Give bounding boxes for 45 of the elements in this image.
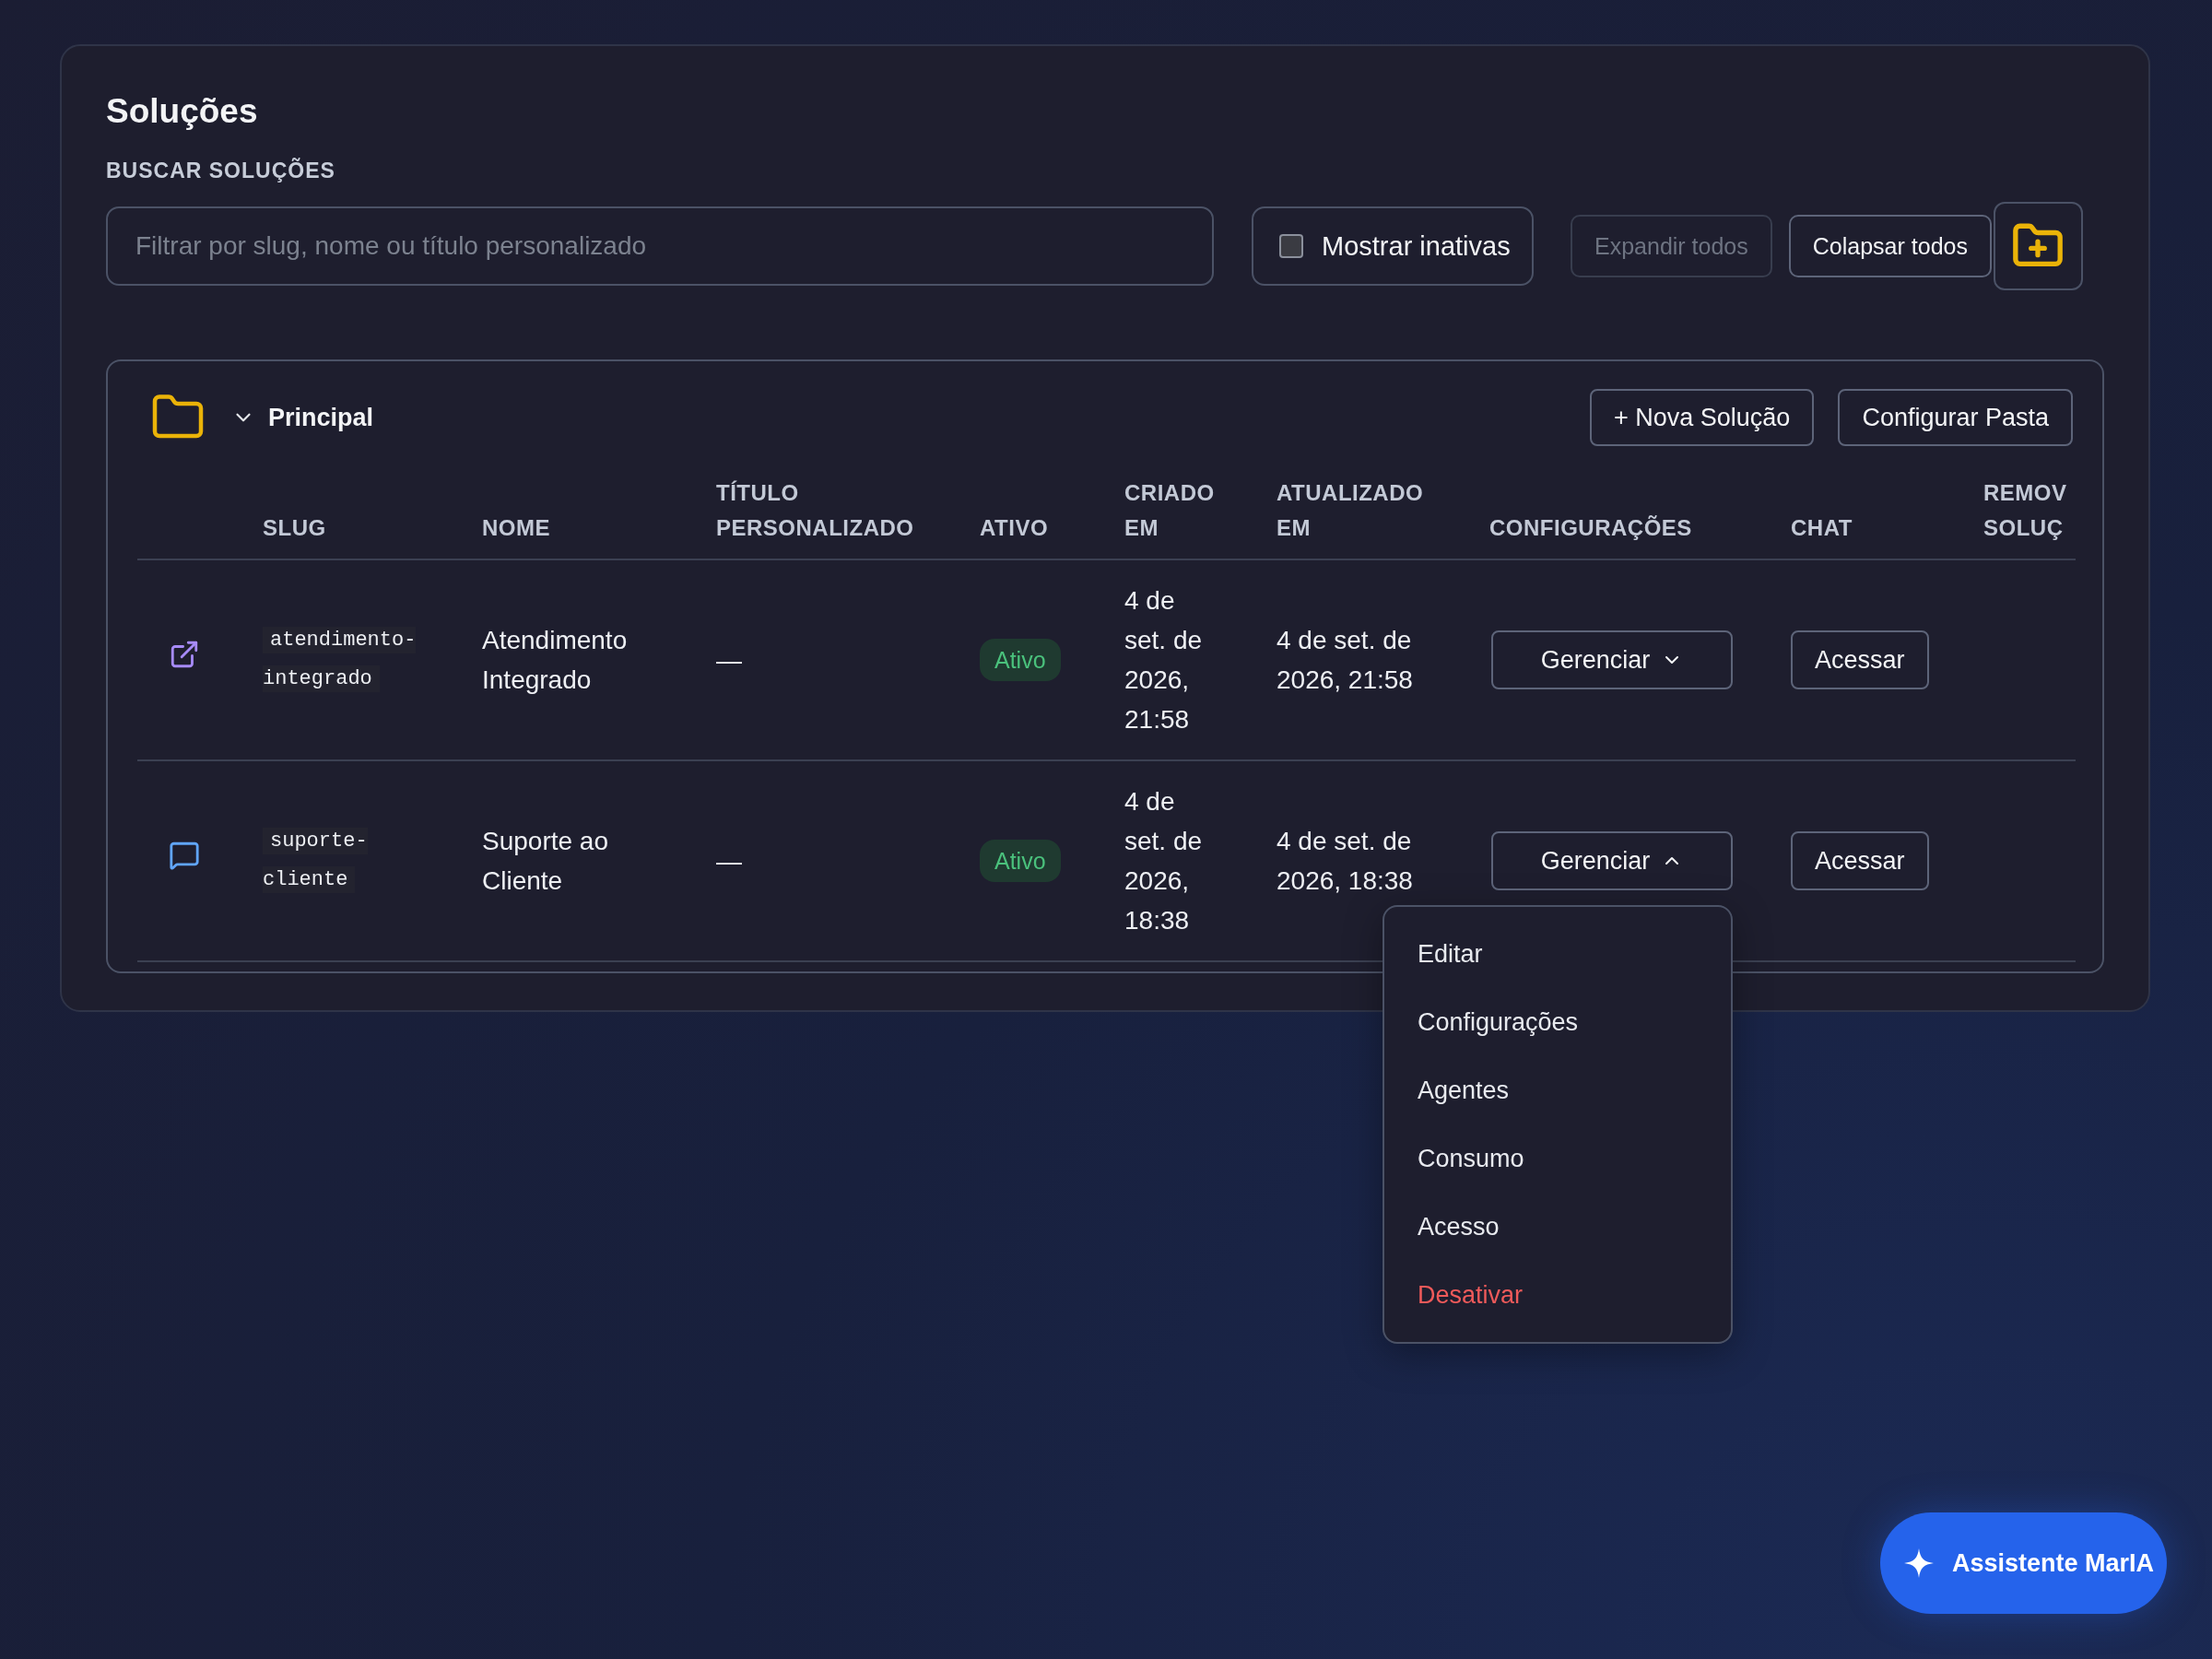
menu-item[interactable]: Agentes — [1384, 1056, 1731, 1124]
column-header: SLUG — [263, 514, 327, 542]
updated-date: 4 de set. de 2026, 21:58 — [1277, 625, 1414, 696]
column-header: ATUALIZADO EM — [1277, 479, 1425, 542]
column-header: CHAT — [1791, 514, 1853, 542]
access-button[interactable]: Acessar — [1791, 831, 1929, 890]
folder-name: Principal — [268, 403, 374, 432]
column-header: NOME — [482, 514, 551, 542]
search-label: BUSCAR SOLUÇÕES — [106, 159, 336, 183]
collapse-all-button[interactable]: Colapsar todos — [1788, 215, 1992, 277]
column-header: CONFIGURAÇÕES — [1489, 514, 1693, 542]
status-badge: Ativo — [980, 639, 1061, 681]
menu-item[interactable]: Configurações — [1384, 988, 1731, 1056]
column-header: TÍTULO PERSONALIZADO — [716, 479, 915, 542]
new-folder-button[interactable] — [1993, 202, 2083, 290]
slug-code: atendimento-integrado — [263, 626, 418, 694]
solution-name: Suporte ao Cliente — [482, 826, 609, 897]
access-button[interactable]: Acessar — [1791, 630, 1929, 689]
menu-item[interactable]: Consumo — [1384, 1124, 1731, 1193]
checkbox[interactable] — [1279, 234, 1303, 258]
sparkle-icon — [1903, 1548, 1934, 1578]
column-header: CRIADO EM — [1124, 479, 1212, 542]
external-link-icon[interactable] — [169, 639, 200, 670]
checkbox-label: Mostrar inativas — [1322, 230, 1511, 262]
custom-title-empty: — — [716, 645, 742, 675]
status-badge: Ativo — [980, 840, 1061, 882]
menu-item[interactable]: Desativar — [1384, 1261, 1731, 1329]
menu-item[interactable]: Editar — [1384, 920, 1731, 988]
column-header: REMOV SOLUÇ — [1983, 479, 2068, 542]
created-date: 4 de set. de 2026, 18:38 — [1124, 786, 1204, 936]
manage-dropdown[interactable]: Gerenciar — [1491, 831, 1733, 890]
manage-dropdown[interactable]: Gerenciar — [1491, 630, 1733, 689]
new-solution-button[interactable]: + Nova Solução — [1590, 389, 1815, 446]
chat-bubble-icon[interactable] — [169, 840, 200, 871]
solution-name: Atendimento Integrado — [482, 625, 629, 696]
custom-title-empty: — — [716, 846, 742, 876]
configure-folder-button[interactable]: Configurar Pasta — [1838, 389, 2073, 446]
page-title: Soluções — [106, 91, 259, 132]
slug-code: suporte-cliente — [263, 827, 369, 895]
column-header: ATIVO — [980, 514, 1050, 542]
updated-date: 4 de set. de 2026, 18:38 — [1277, 826, 1414, 897]
search-field[interactable]: Filtrar por slug, nome ou título personalizado — [106, 206, 1214, 286]
menu-item[interactable]: Acesso — [1384, 1193, 1731, 1261]
assistant-button[interactable]: Assistente MarIA — [1879, 1512, 2167, 1614]
created-date: 4 de set. de 2026, 21:58 — [1124, 585, 1204, 735]
